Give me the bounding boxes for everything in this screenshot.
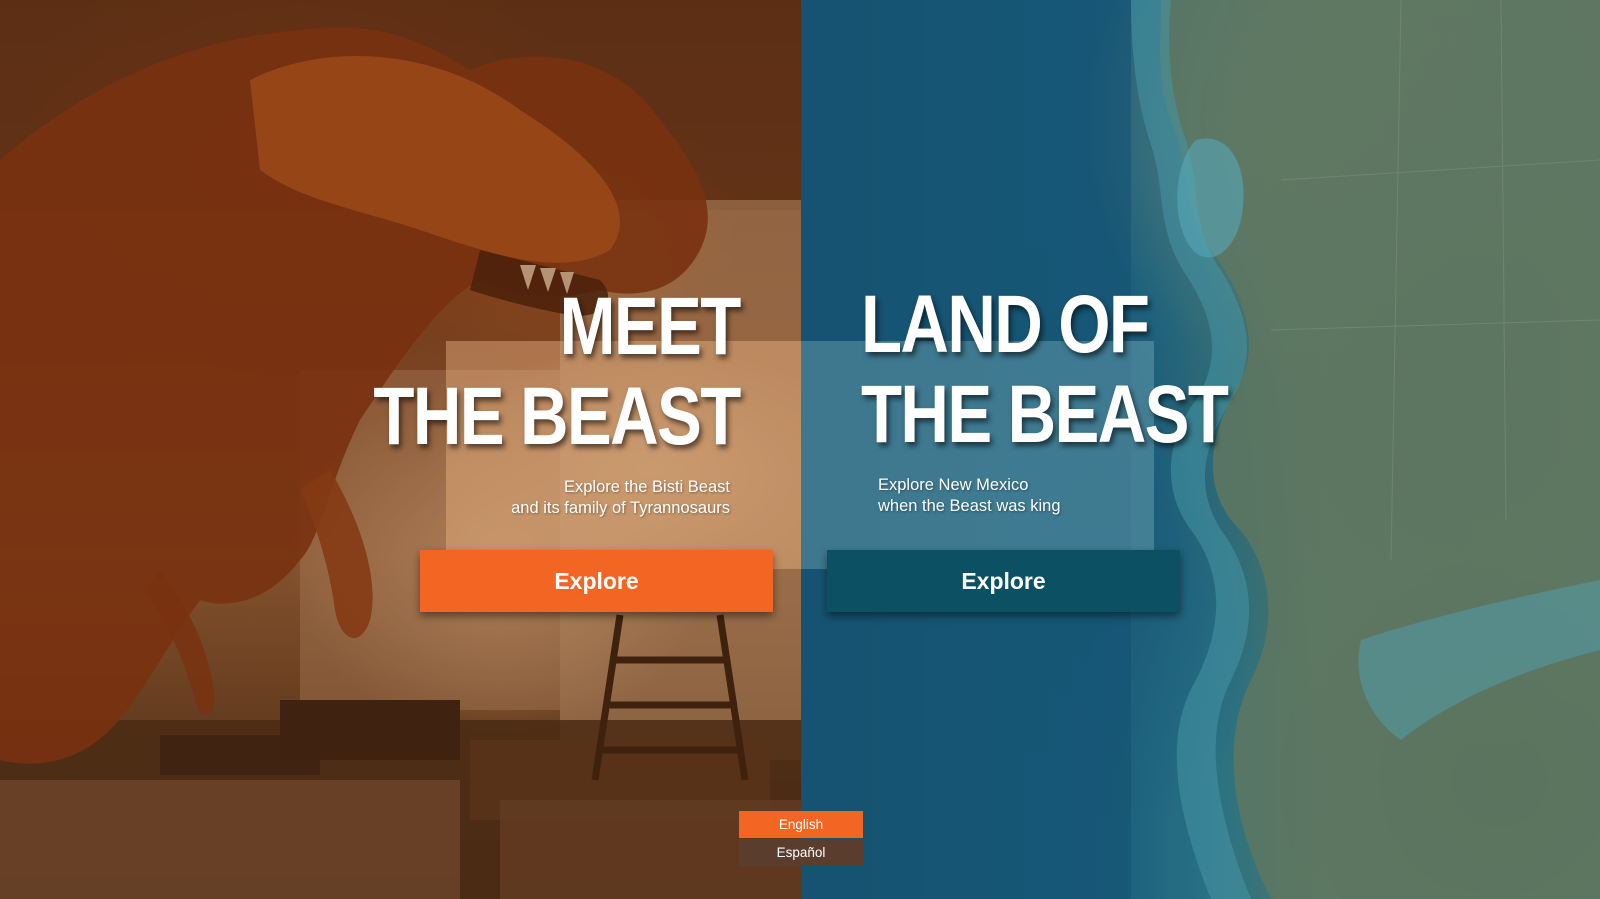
- right-subtitle-line2: when the Beast was king: [878, 497, 1061, 515]
- language-switcher: English Español: [739, 811, 863, 866]
- land-of-the-beast-title: LAND OF THE BEAST: [861, 279, 1229, 460]
- left-subtitle: Explore the Bisti Beast and its family o…: [511, 477, 730, 519]
- left-heading-line1: MEET: [559, 281, 742, 372]
- app-screen: MEET THE BEAST LAND OF THE BEAST Explore…: [0, 0, 1600, 899]
- right-heading-line2: THE BEAST: [861, 369, 1229, 460]
- meet-the-beast-title: MEET THE BEAST: [373, 281, 742, 462]
- right-subtitle: Explore New Mexico when the Beast was ki…: [878, 475, 1061, 517]
- right-heading-line1: LAND OF: [861, 279, 1150, 370]
- left-subtitle-line2: and its family of Tyrannosaurs: [511, 499, 730, 517]
- left-heading-line2: THE BEAST: [373, 371, 742, 462]
- left-subtitle-line1: Explore the Bisti Beast: [564, 478, 730, 496]
- meet-the-beast-explore-button[interactable]: Explore: [420, 550, 773, 612]
- right-subtitle-line1: Explore New Mexico: [878, 476, 1029, 494]
- land-of-the-beast-explore-button[interactable]: Explore: [827, 550, 1180, 612]
- language-spanish-button[interactable]: Español: [739, 839, 863, 866]
- language-english-button[interactable]: English: [739, 811, 863, 838]
